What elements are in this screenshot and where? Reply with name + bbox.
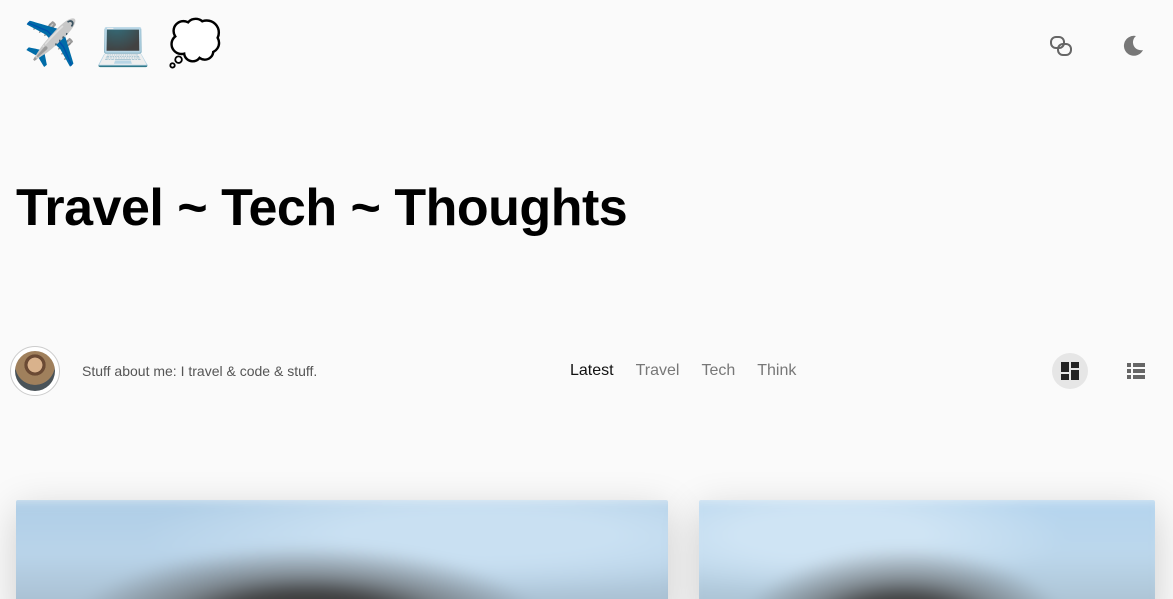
post-card-image xyxy=(16,500,668,599)
page: ✈️ 💻 💭 Travel ~ Tech ~ Thoughts Stuff ab… xyxy=(0,0,1173,599)
avatar-image xyxy=(15,351,55,391)
page-title: Travel ~ Tech ~ Thoughts xyxy=(16,179,628,237)
thought-bubble-icon: 💭 xyxy=(167,19,223,68)
bio-text: Stuff about me: I travel & code & stuff. xyxy=(82,363,318,379)
link-icon xyxy=(1050,36,1072,56)
post-card-image xyxy=(699,500,1155,599)
tab-think[interactable]: Think xyxy=(757,356,796,386)
dark-mode-toggle[interactable] xyxy=(1117,30,1149,62)
grid-view-button[interactable] xyxy=(1052,353,1088,389)
laptop-icon: 💻 xyxy=(95,19,151,68)
tab-latest[interactable]: Latest xyxy=(570,354,614,390)
bio-row: Stuff about me: I travel & code & stuff.… xyxy=(10,346,1160,396)
category-tabs: Latest Travel Tech Think xyxy=(570,354,818,390)
tab-travel[interactable]: Travel xyxy=(636,356,680,386)
post-card[interactable] xyxy=(699,500,1155,599)
tab-tech[interactable]: Tech xyxy=(701,356,735,386)
list-view-button[interactable] xyxy=(1118,353,1154,389)
grid-icon xyxy=(1061,362,1079,380)
site-logo[interactable]: ✈️ 💻 💭 xyxy=(22,16,224,72)
view-toggle xyxy=(1052,353,1154,389)
link-button[interactable] xyxy=(1045,30,1077,62)
header-actions xyxy=(1045,30,1149,62)
moon-icon xyxy=(1123,35,1143,56)
post-card[interactable] xyxy=(16,500,668,599)
airplane-icon: ✈️ xyxy=(23,19,79,68)
avatar[interactable] xyxy=(10,346,60,396)
list-icon xyxy=(1127,363,1145,379)
